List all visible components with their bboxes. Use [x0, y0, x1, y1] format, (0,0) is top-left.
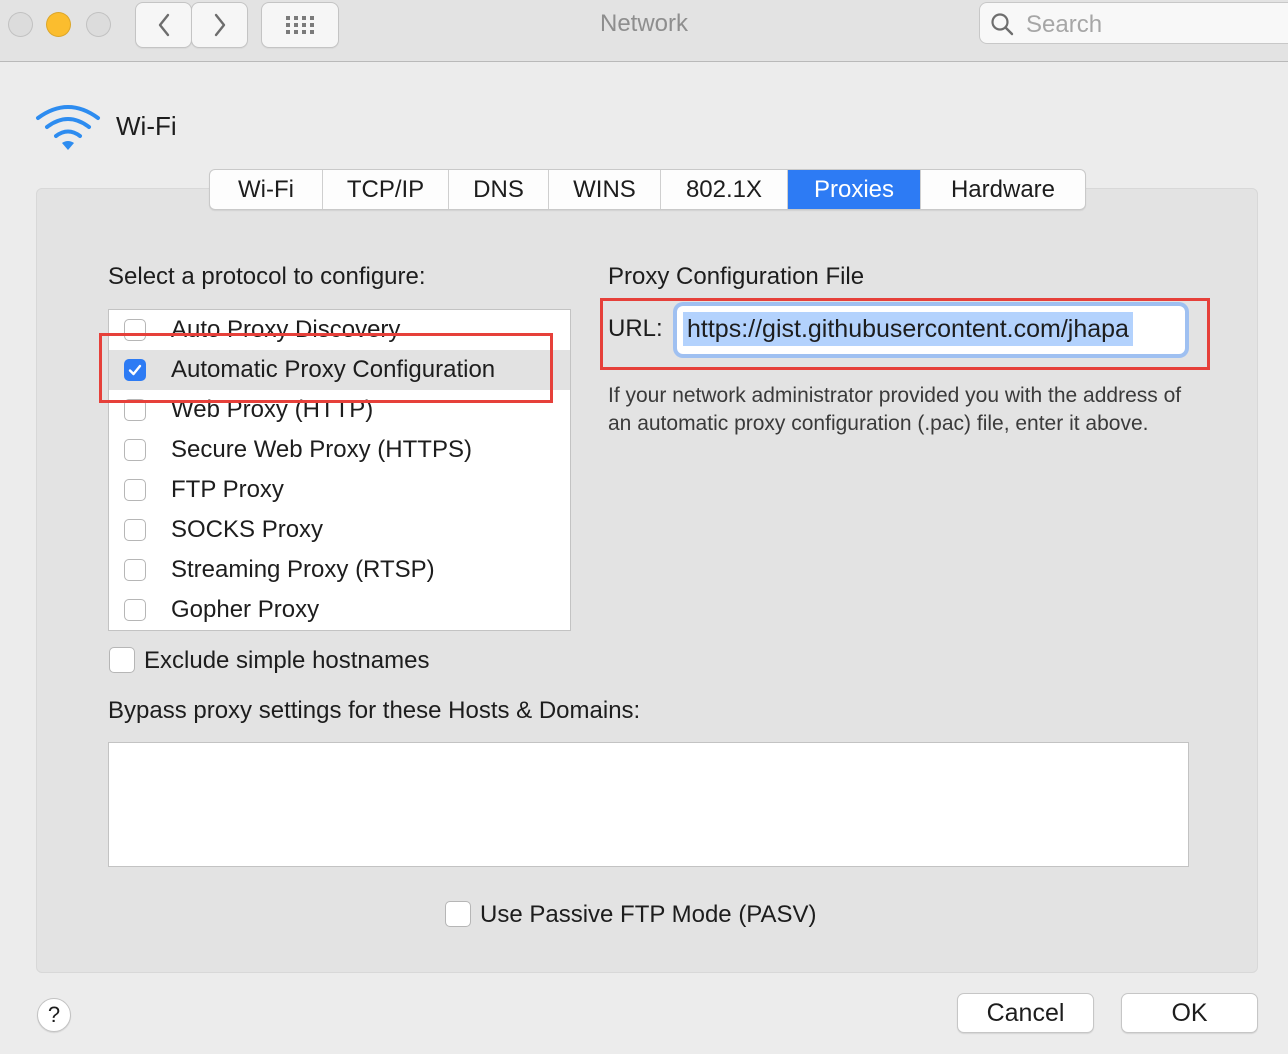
protocol-row-ftp-proxy[interactable]: FTP Proxy — [109, 470, 570, 510]
protocol-label: Gopher Proxy — [171, 596, 320, 623]
tab-hardware[interactable]: Hardware — [921, 170, 1085, 209]
ftp-proxy-checkbox[interactable] — [124, 479, 146, 501]
tab-wifi[interactable]: Wi-Fi — [210, 170, 323, 209]
help-button[interactable]: ? — [37, 998, 71, 1032]
annotation-box-url — [600, 298, 1210, 370]
tab-dns[interactable]: DNS — [449, 170, 549, 209]
protocol-row-socks-proxy[interactable]: SOCKS Proxy — [109, 510, 570, 550]
protocol-heading: Select a protocol to configure: — [108, 263, 426, 290]
config-heading: Proxy Configuration File — [608, 263, 865, 290]
socks-proxy-checkbox[interactable] — [124, 519, 146, 541]
config-help-text: If your network administrator provided y… — [608, 384, 1182, 435]
protocol-label: FTP Proxy — [171, 476, 284, 503]
passive-ftp-label: Use Passive FTP Mode (PASV) — [480, 901, 817, 928]
ok-button[interactable]: OK — [1121, 993, 1258, 1033]
bypass-textarea[interactable] — [108, 742, 1189, 867]
wifi-icon — [36, 105, 100, 150]
tab-proxies[interactable]: Proxies — [788, 170, 921, 209]
tab-8021x[interactable]: 802.1X — [661, 170, 788, 209]
protocol-row-streaming-proxy[interactable]: Streaming Proxy (RTSP) — [109, 550, 570, 590]
streaming-proxy-checkbox[interactable] — [124, 559, 146, 581]
search-placeholder: Search — [1026, 11, 1103, 38]
title-bar: Network Search — [0, 0, 1288, 62]
interface-name: Wi-Fi — [116, 111, 177, 141]
tab-tcpip[interactable]: TCP/IP — [323, 170, 449, 209]
protocol-label: Secure Web Proxy (HTTPS) — [171, 436, 472, 463]
bypass-label: Bypass proxy settings for these Hosts & … — [108, 697, 641, 724]
gopher-proxy-checkbox[interactable] — [124, 599, 146, 621]
search-field[interactable]: Search — [979, 2, 1288, 44]
tab-wins[interactable]: WINS — [549, 170, 661, 209]
protocol-row-gopher-proxy[interactable]: Gopher Proxy — [109, 590, 570, 630]
exclude-simple-hostnames-label: Exclude simple hostnames — [144, 647, 430, 674]
exclude-simple-hostnames-checkbox[interactable] — [109, 647, 135, 673]
protocol-label: Streaming Proxy (RTSP) — [171, 556, 435, 583]
annotation-box-protocol — [99, 333, 553, 403]
passive-ftp-checkbox[interactable] — [445, 901, 471, 927]
protocol-label: SOCKS Proxy — [171, 516, 324, 543]
cancel-button[interactable]: Cancel — [957, 993, 1094, 1033]
protocol-row-secure-web-proxy[interactable]: Secure Web Proxy (HTTPS) — [109, 430, 570, 470]
tab-bar: Wi-Fi TCP/IP DNS WINS 802.1X Proxies Har… — [209, 169, 1086, 210]
secure-web-proxy-checkbox[interactable] — [124, 439, 146, 461]
search-icon — [991, 13, 1014, 36]
